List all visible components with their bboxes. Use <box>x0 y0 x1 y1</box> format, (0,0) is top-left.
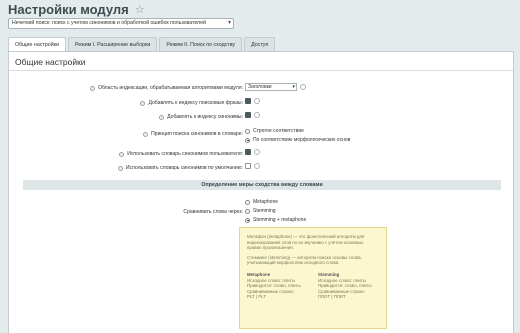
scope-control: Заголовки ▾ <box>245 83 306 91</box>
default-dict-checkbox[interactable] <box>245 163 251 169</box>
help-col-line: Приводится: слово, плиты <box>318 283 372 289</box>
question-icon[interactable] <box>117 165 123 171</box>
row-user-dict: Использовать словарь синонимов пользоват… <box>9 149 515 159</box>
row-default-dict: Использовать словарь синонимов по умолча… <box>9 163 515 173</box>
scope-select-value: Заголовки <box>248 84 272 90</box>
section-title: Определение меры сходства между словами <box>23 180 501 190</box>
tab-mode-2[interactable]: Режим II. Поиск по сходству <box>159 37 243 51</box>
default-dict-label-text: Использовать словарь синонимов по умолча… <box>125 165 243 171</box>
help-examples: Metaphone Исходное слово: плиты Приводит… <box>247 272 379 300</box>
tab-access[interactable]: Доступ <box>244 37 276 51</box>
principle-label-text: Принцип поиска синонимов в словаре: <box>151 131 243 137</box>
help-icon[interactable] <box>254 163 260 169</box>
compare-option-both-label: Stemming + metaphone <box>253 217 307 223</box>
settings-panel: Общие настройки Область индексации, обра… <box>8 51 514 333</box>
compare-label: Сравнивать слова через: <box>183 207 243 217</box>
compare-option-metaphone[interactable]: Metaphone <box>245 198 306 206</box>
add-synonyms-label-text: Добавлять к индексу синонимы: <box>167 114 243 120</box>
principle-option-strict-label: Строгое соответствие <box>253 128 304 134</box>
compare-option-metaphone-label: Metaphone <box>253 199 279 205</box>
help-icon[interactable] <box>254 112 260 118</box>
chevron-down-icon: ▾ <box>227 20 231 26</box>
radio-button[interactable] <box>245 217 250 223</box>
compare-radios: Metaphone Stemming Stemming + metaphone <box>245 198 306 224</box>
help-icon[interactable] <box>254 149 260 155</box>
compare-option-both[interactable]: Stemming + metaphone <box>245 216 306 224</box>
principle-option-morph-label: По соответствию морфологических основ <box>253 137 351 143</box>
help-icon[interactable] <box>300 84 306 90</box>
add-phrases-checkbox[interactable] <box>245 98 251 104</box>
add-synonyms-control <box>245 112 260 118</box>
default-dict-label: Использовать словарь синонимов по умолча… <box>117 163 243 173</box>
tabs: Общие настройки Режим I. Расширение выбо… <box>8 37 276 52</box>
radio-button[interactable] <box>245 208 250 214</box>
star-icon[interactable]: ☆ <box>135 3 145 16</box>
user-dict-checkbox[interactable] <box>245 149 251 155</box>
principle-option-strict[interactable]: Строгое соответствие <box>245 127 350 135</box>
principle-radios: Строгое соответствие По соответствию мор… <box>245 127 350 144</box>
principle-option-morph[interactable]: По соответствию морфологических основ <box>245 136 350 144</box>
help-icon[interactable] <box>254 98 260 104</box>
radio-button[interactable] <box>245 128 250 134</box>
question-icon[interactable] <box>119 151 125 157</box>
compare-option-stemming-label: Stemming <box>253 208 276 214</box>
question-icon[interactable] <box>159 114 165 120</box>
help-box: Метафон (metaphone) — это фонетический а… <box>239 227 387 329</box>
add-phrases-label-text: Добавлять к индексу поисковые фразы: <box>148 100 243 106</box>
help-col-metaphone: Metaphone Исходное слово: плиты Приводит… <box>247 272 308 300</box>
page-title: Настройки модуля ☆ <box>8 2 145 17</box>
panel-divider <box>9 70 513 71</box>
page-title-text: Настройки модуля <box>8 2 129 17</box>
module-select-value: Нечеткий поиск: поиск с учетом синонимов… <box>12 20 206 26</box>
question-icon[interactable] <box>140 100 146 106</box>
module-select[interactable]: Нечеткий поиск: поиск с учетом синонимов… <box>8 18 234 29</box>
panel-heading: Общие настройки <box>15 57 86 67</box>
help-col-stemming: Stemming Исходное слово: плиты Приводитс… <box>318 272 379 300</box>
add-phrases-control <box>245 98 260 104</box>
question-icon[interactable] <box>143 131 149 137</box>
row-scope: Область индексации, обрабатываемая алгор… <box>9 83 515 93</box>
compare-label-text: Сравнивать слова через: <box>183 209 243 215</box>
row-add-synonyms: Добавлять к индексу синонимы: <box>9 112 515 122</box>
help-col-line: Приводится: слово, плиты <box>247 283 301 289</box>
tab-mode-1[interactable]: Режим I. Расширение выборки <box>67 37 158 51</box>
compare-option-stemming[interactable]: Stemming <box>245 207 306 215</box>
row-add-phrases: Добавлять к индексу поисковые фразы: <box>9 98 515 108</box>
chevron-down-icon: ▾ <box>292 84 295 90</box>
help-metaphone-text: Метафон (metaphone) — это фонетический а… <box>247 234 365 251</box>
radio-button[interactable] <box>245 199 250 205</box>
principle-label: Принцип поиска синонимов в словаре: <box>143 129 243 139</box>
tab-general[interactable]: Общие настройки <box>8 37 66 52</box>
user-dict-control <box>245 149 260 155</box>
scope-label-text: Область индексации, обрабатываемая алгор… <box>98 85 243 91</box>
user-dict-label: Использовать словарь синонимов пользоват… <box>119 149 243 159</box>
help-stemming-text: Стемминг (stemming) — алгоритм поиска ос… <box>247 254 362 266</box>
default-dict-control <box>245 163 260 169</box>
scope-select[interactable]: Заголовки ▾ <box>245 83 297 91</box>
help-col-line: PLT | PLT <box>247 294 266 300</box>
help-col-line: ПЛОТ | ПЛИТ <box>318 294 346 300</box>
add-synonyms-label: Добавлять к индексу синонимы: <box>159 112 243 122</box>
user-dict-label-text: Использовать словарь синонимов пользоват… <box>127 151 243 157</box>
add-synonyms-checkbox[interactable] <box>245 112 251 118</box>
radio-button[interactable] <box>245 137 250 143</box>
scope-label: Область индексации, обрабатываемая алгор… <box>90 83 243 93</box>
question-icon[interactable] <box>90 85 95 91</box>
add-phrases-label: Добавлять к индексу поисковые фразы: <box>140 98 243 108</box>
